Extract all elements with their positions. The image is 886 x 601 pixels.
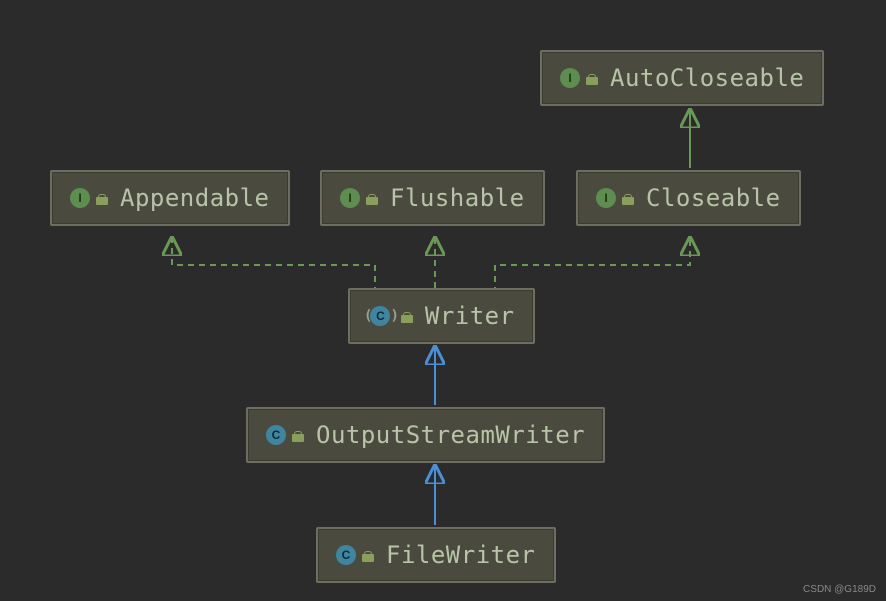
interface-icon: I: [560, 68, 580, 88]
node-label: Closeable: [646, 184, 781, 212]
node-label: AutoCloseable: [610, 64, 804, 92]
class-icon: C: [336, 545, 356, 565]
node-label: OutputStreamWriter: [316, 421, 585, 449]
node-label: Appendable: [120, 184, 270, 212]
node-appendable[interactable]: I Appendable: [50, 170, 290, 226]
node-label: Writer: [425, 302, 515, 330]
lock-icon: [622, 192, 634, 204]
lock-icon: [96, 192, 108, 204]
lock-icon: [292, 429, 304, 441]
class-icon: C: [266, 425, 286, 445]
node-label: Flushable: [390, 184, 525, 212]
node-writer[interactable]: ( C ) Writer: [348, 288, 535, 344]
lock-icon: [401, 310, 413, 322]
class-icon: C: [370, 306, 390, 326]
lock-icon: [586, 72, 598, 84]
node-filewriter[interactable]: C FileWriter: [316, 527, 556, 583]
node-label: FileWriter: [386, 541, 536, 569]
node-outputstreamwriter[interactable]: C OutputStreamWriter: [246, 407, 605, 463]
watermark-text: CSDN @G189D: [803, 584, 876, 595]
node-autocloseable[interactable]: I AutoCloseable: [540, 50, 824, 106]
lock-icon: [366, 192, 378, 204]
node-flushable[interactable]: I Flushable: [320, 170, 545, 226]
interface-icon: I: [340, 188, 360, 208]
interface-icon: I: [596, 188, 616, 208]
interface-icon: I: [70, 188, 90, 208]
lock-icon: [362, 549, 374, 561]
node-closeable[interactable]: I Closeable: [576, 170, 801, 226]
abstract-paren: ): [390, 308, 398, 324]
